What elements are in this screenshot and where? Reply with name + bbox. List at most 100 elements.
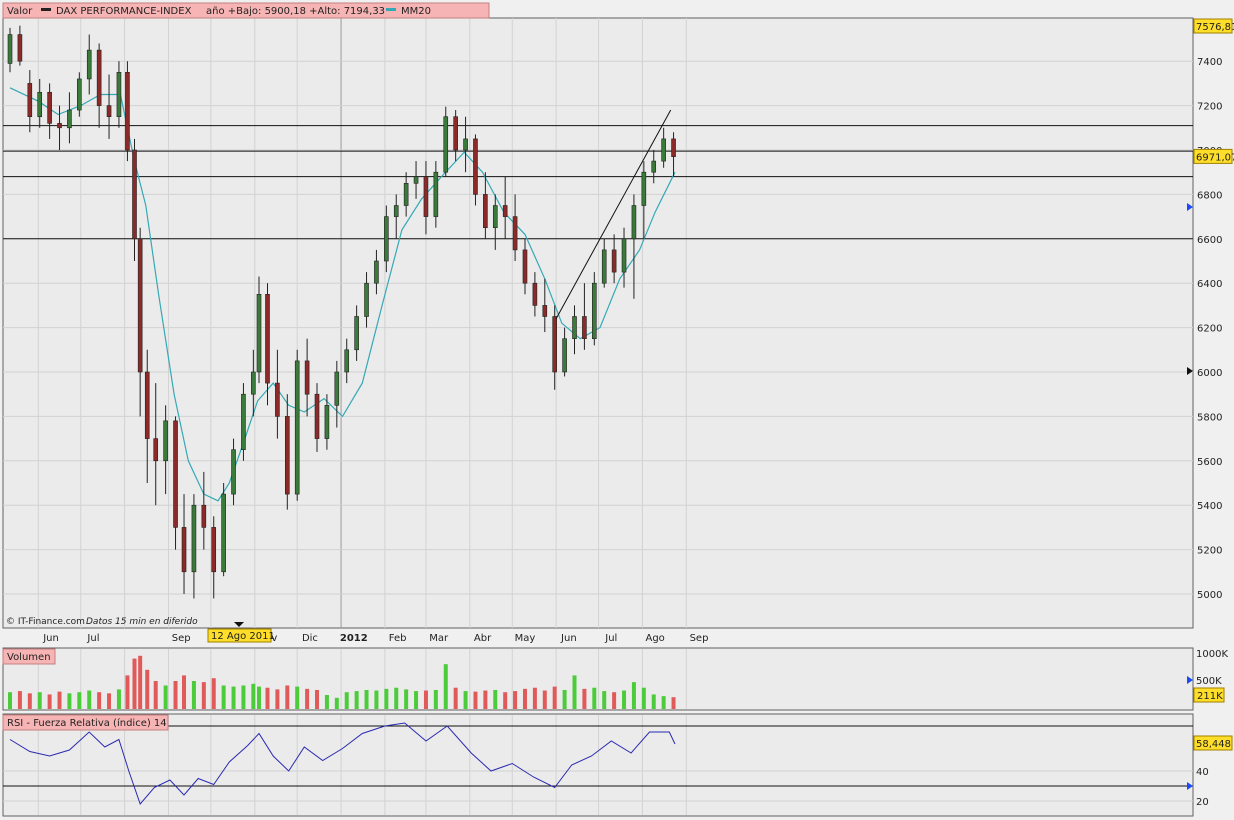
candle-body [334,371,340,406]
candle-body [403,183,409,206]
candle [77,72,82,117]
rsi-tick-20: 20 [1196,797,1209,808]
candle-body [137,238,143,373]
volume-bar [414,691,419,709]
candle-body [314,393,320,439]
candle-body [106,105,112,117]
price-tick-label: 6600 [1197,235,1222,246]
price-tick-label: 7400 [1197,57,1222,68]
volume-bar [503,692,508,709]
candle-body [492,205,498,229]
volume-bar [138,655,143,709]
volume-bar [27,693,32,709]
candle-body [67,109,72,129]
volume-bar [107,693,112,709]
x-axis-labels: JunJulSepOctNovDic2012FebMarAbrMayJunJul… [42,633,708,644]
volume-bar [116,689,121,709]
candle-body [532,282,538,306]
price-badge-last: 6971,07 [1196,152,1234,163]
price-tick-label: 5000 [1197,590,1222,601]
volume-bar [364,689,369,709]
candle-body [483,194,488,228]
legend-price-swatch [41,8,51,11]
volume-bar [295,686,300,709]
candle-body [17,34,23,62]
price-tick-label: 5200 [1197,546,1222,557]
volume-bar [562,689,567,709]
candle-body [601,249,607,284]
volume-bar [344,692,349,709]
volume-tick-1000k: 1000K [1196,649,1228,660]
header-series-name: DAX PERFORMANCE-INDEX [56,6,192,17]
price-tick-label: 7200 [1197,102,1222,113]
x-axis-label: May [515,633,536,644]
price-plot-area [2,17,1194,629]
price-y-ticks: 5000 5200 5400 5600 5800 6000 6200 6400 6600 6800… [1197,57,1222,601]
candle-body [163,420,168,462]
candle-body [384,216,389,262]
volume-bar [285,685,290,709]
volume-bar [622,690,627,709]
candle-body [251,371,256,395]
candle-body [27,83,33,118]
volume-bar [582,688,587,709]
candle-body [201,504,207,528]
volume-bar [8,692,12,709]
volume-bar [17,691,22,709]
candle-body [552,316,557,373]
candle-body [181,527,187,573]
volume-bar [275,689,280,709]
candle-body [611,249,617,273]
candle-body [144,371,150,439]
rsi-tick-40: 40 [1196,767,1209,778]
candle-body [294,360,300,495]
volume-bar [473,691,478,709]
x-axis-label: Jul [86,633,99,644]
volume-bar [483,690,488,709]
volume-bar [257,686,262,709]
x-axis-label: Jul [604,633,617,644]
candle-body [324,404,330,439]
price-tick-label: 5400 [1197,501,1222,512]
candle [221,483,226,577]
price-tick-label: 6400 [1197,279,1222,290]
volume-bar [404,689,409,709]
volume-bar [671,697,676,709]
candle [241,383,246,461]
candle-body [275,382,280,417]
header-range-text: año +Bajo: 5900,18 +Alto: 7194,33 [206,6,385,17]
volume-bar [641,687,646,709]
candle-body [344,349,350,373]
volume-bar [57,691,62,709]
volume-bar [87,690,92,709]
candle-body [582,316,587,340]
candle-body [671,138,676,157]
candle-body [116,72,122,118]
volume-bar [47,694,52,709]
volume-bar [493,689,498,709]
candle-body [463,138,468,151]
volume-bar [182,675,187,709]
candle-body [473,138,478,195]
volume-bar [77,692,82,709]
volume-bar [602,691,607,709]
x-axis-label: Sep [172,633,191,644]
volume-bar [513,691,518,709]
candle-body [125,72,130,151]
volume-title: Volumen [7,652,51,663]
volume-bar [132,658,137,709]
candle-body [47,91,52,124]
volume-bar [612,692,617,709]
volume-bar [572,675,577,709]
volume-bar [394,687,399,709]
candle-body [413,176,419,184]
volume-bar [552,686,557,709]
candle [592,272,597,346]
candle-body [453,116,458,151]
date-marker-label: 12 Ago 2011 [211,631,275,642]
volume-bar [191,681,196,709]
volume-bar [661,696,666,709]
volume-bar [145,669,150,709]
candle-body [443,116,449,173]
legend-ma-swatch [386,8,396,11]
